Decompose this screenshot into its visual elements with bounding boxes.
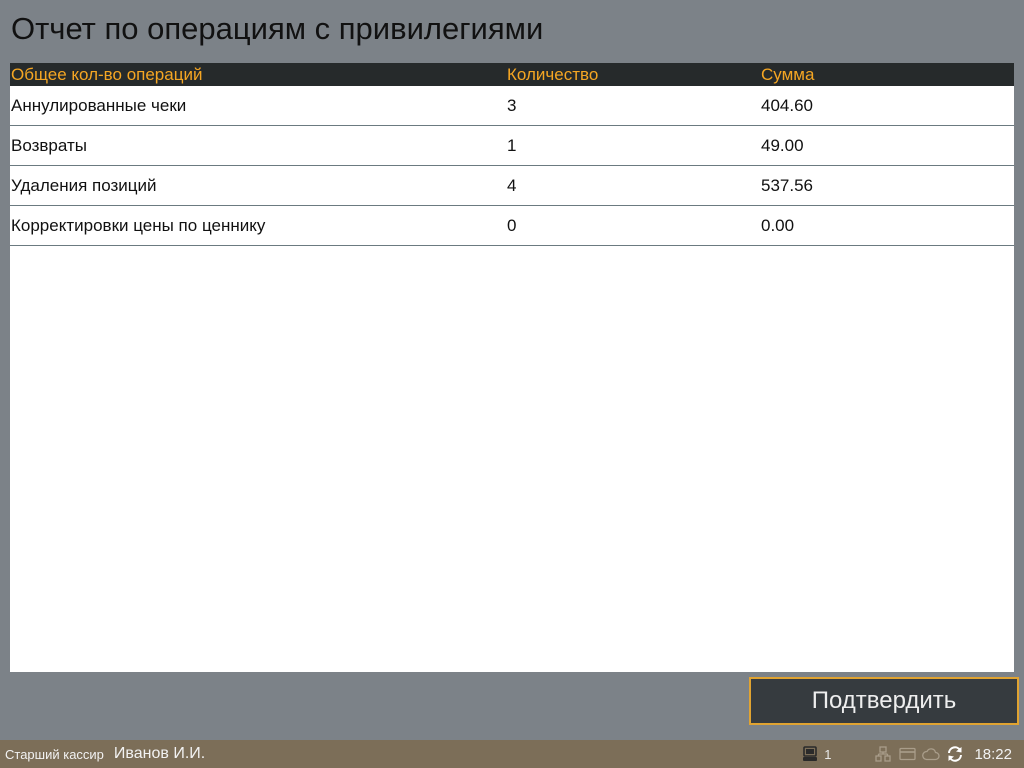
- row-quantity: 1: [507, 135, 517, 155]
- row-sum: 537.56: [761, 175, 813, 195]
- row-quantity: 4: [507, 175, 517, 195]
- status-bar: Старший кассир Иванов И.И. 1 18:22: [0, 740, 1024, 768]
- status-indicators: 1 18:22: [802, 740, 1012, 768]
- row-name: Аннулированные чеки: [11, 95, 187, 115]
- cloud-icon: [922, 747, 941, 761]
- page-title: Отчет по операциям с привилегиями: [11, 11, 544, 46]
- row-name: Возвраты: [11, 135, 87, 155]
- table-header: Общее кол-во операций Количество Сумма: [10, 63, 1014, 86]
- row-sum: 404.60: [761, 95, 813, 115]
- terminal-icon: [802, 746, 818, 762]
- user-name: Иванов И.И.: [113, 745, 206, 762]
- row-name: Корректировки цены по ценнику: [11, 215, 266, 235]
- column-header-quantity: Количество: [507, 64, 599, 84]
- column-header-operations: Общее кол-во операций: [11, 64, 203, 84]
- sync-icon: [946, 745, 964, 763]
- network-icon: [875, 746, 892, 762]
- column-header-sum: Сумма: [761, 64, 815, 84]
- card-icon: [899, 747, 917, 761]
- terminal-count: 1: [824, 746, 832, 762]
- row-sum: 49.00: [761, 135, 804, 155]
- clock: 18:22: [974, 745, 1012, 763]
- confirm-button[interactable]: Подтвердить: [749, 677, 1019, 725]
- row-name: Удаления позиций: [11, 175, 157, 195]
- row-quantity: 0: [507, 215, 517, 235]
- report-table: Общее кол-во операций Количество Сумма А…: [10, 63, 1014, 672]
- table-row[interactable]: Корректировки цены по ценнику 0 0.00: [10, 206, 1014, 246]
- table-row[interactable]: Возвраты 1 49.00: [10, 126, 1014, 166]
- row-quantity: 3: [507, 95, 517, 115]
- row-sum: 0.00: [761, 215, 795, 235]
- user-role: Старший кассир: [5, 746, 104, 762]
- table-row[interactable]: Удаления позиций 4 537.56: [10, 166, 1014, 206]
- table-row[interactable]: Аннулированные чеки 3 404.60: [10, 86, 1014, 126]
